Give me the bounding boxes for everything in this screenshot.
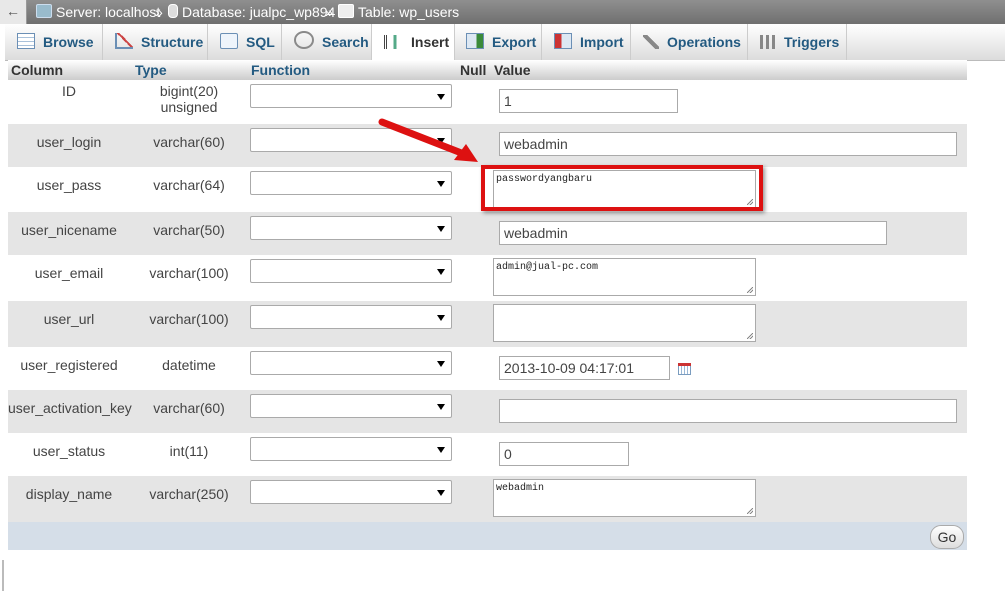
value-input[interactable]: 2013-10-09 04:17:01 bbox=[499, 356, 670, 380]
operations-icon bbox=[643, 35, 659, 49]
value-input[interactable]: webadmin bbox=[499, 132, 957, 156]
function-select[interactable] bbox=[250, 394, 452, 418]
column-type: varchar(250) bbox=[149, 486, 229, 502]
export-icon bbox=[466, 33, 484, 49]
breadcrumb-database[interactable]: Database: jualpc_wp894 bbox=[168, 4, 335, 20]
table-row: user_url varchar(100) bbox=[8, 301, 967, 347]
back-arrow-icon[interactable]: ← bbox=[0, 0, 27, 24]
header-value: Value bbox=[494, 62, 531, 78]
function-select[interactable] bbox=[250, 351, 452, 375]
column-type: varchar(60) bbox=[153, 400, 225, 416]
column-type: bigint(20) unsigned bbox=[159, 83, 219, 115]
annotation-highlight-box bbox=[481, 165, 763, 211]
annotation-arrow-icon bbox=[378, 118, 478, 162]
tab-browse[interactable]: Browse bbox=[5, 24, 103, 60]
form-footer bbox=[8, 522, 967, 550]
column-name: ID bbox=[62, 83, 76, 99]
column-type: varchar(50) bbox=[153, 222, 225, 238]
go-button[interactable]: Go bbox=[930, 525, 964, 549]
tab-bar: Browse Structure SQL Search Insert Expor… bbox=[5, 24, 1005, 61]
table-row: user_nicename varchar(50) webadmin bbox=[8, 212, 967, 255]
function-select[interactable] bbox=[250, 480, 452, 504]
tab-import[interactable]: Import bbox=[542, 24, 631, 60]
table-row: user_registered datetime 2013-10-09 04:1… bbox=[8, 347, 967, 390]
value-textarea[interactable]: webadmin bbox=[493, 479, 756, 517]
value-input[interactable]: webadmin bbox=[499, 221, 887, 245]
function-select[interactable] bbox=[250, 437, 452, 461]
function-select[interactable] bbox=[250, 171, 452, 195]
import-icon bbox=[554, 33, 572, 49]
value-input[interactable]: 1 bbox=[499, 89, 678, 113]
column-name: user_nicename bbox=[21, 222, 117, 238]
triggers-icon bbox=[760, 35, 776, 49]
column-name: user_email bbox=[34, 265, 104, 281]
table-row: ID bigint(20) unsigned 1 bbox=[8, 80, 967, 124]
column-type: datetime bbox=[162, 357, 216, 373]
function-select[interactable] bbox=[250, 259, 452, 283]
column-name: user_registered bbox=[20, 357, 118, 373]
column-name: user_status bbox=[32, 443, 106, 459]
browse-icon bbox=[17, 33, 35, 49]
breadcrumb-server[interactable]: Server: localhost bbox=[36, 4, 160, 20]
value-input[interactable]: 0 bbox=[499, 442, 629, 466]
value-textarea[interactable]: admin@jual-pc.com bbox=[493, 258, 756, 296]
sql-icon bbox=[220, 33, 238, 49]
server-icon bbox=[36, 4, 52, 18]
tab-insert[interactable]: Insert bbox=[371, 24, 455, 60]
tab-operations[interactable]: Operations bbox=[631, 24, 748, 60]
database-icon bbox=[168, 4, 178, 18]
column-name: display_name bbox=[25, 486, 113, 502]
function-select[interactable] bbox=[250, 84, 452, 108]
table-icon bbox=[338, 4, 354, 18]
table-row: user_status int(11) 0 bbox=[8, 433, 967, 476]
search-icon bbox=[294, 31, 314, 49]
tab-search[interactable]: Search bbox=[282, 24, 372, 60]
calendar-icon[interactable] bbox=[678, 363, 691, 375]
header-column: Column bbox=[11, 62, 64, 78]
column-name: user_activation_key bbox=[8, 400, 132, 416]
table-row: display_name varchar(250) webadmin bbox=[8, 476, 967, 522]
column-name: user_pass bbox=[36, 177, 102, 193]
table-row: user_login varchar(60) webadmin bbox=[8, 124, 967, 167]
column-name: user_url bbox=[43, 311, 95, 327]
insert-icon bbox=[384, 35, 403, 49]
table-row: user_email varchar(100) admin@jual-pc.co… bbox=[8, 255, 967, 301]
column-type: varchar(100) bbox=[149, 311, 229, 327]
column-type: varchar(60) bbox=[153, 134, 225, 150]
divider bbox=[2, 560, 4, 591]
column-type: varchar(64) bbox=[153, 177, 225, 193]
tab-triggers[interactable]: Triggers bbox=[748, 24, 847, 60]
table-row: user_activation_key varchar(60) bbox=[8, 390, 967, 433]
breadcrumb: ← Server: localhost » Database: jualpc_w… bbox=[0, 0, 1005, 24]
tab-sql[interactable]: SQL bbox=[208, 24, 282, 60]
function-select[interactable] bbox=[250, 216, 452, 240]
breadcrumb-separator: » bbox=[325, 4, 333, 20]
column-type: varchar(100) bbox=[149, 265, 229, 281]
column-name: user_login bbox=[36, 134, 102, 150]
tab-structure[interactable]: Structure bbox=[103, 24, 208, 60]
table-header: Column Type Function Null Value bbox=[8, 60, 967, 80]
function-select[interactable] bbox=[250, 305, 452, 329]
header-function[interactable]: Function bbox=[251, 62, 310, 78]
value-input[interactable] bbox=[499, 399, 957, 423]
structure-icon bbox=[115, 33, 133, 49]
tab-export[interactable]: Export bbox=[454, 24, 542, 60]
value-textarea[interactable] bbox=[493, 304, 756, 342]
header-type[interactable]: Type bbox=[135, 62, 167, 78]
breadcrumb-separator: » bbox=[155, 4, 163, 20]
column-type: int(11) bbox=[169, 443, 209, 459]
breadcrumb-table[interactable]: Table: wp_users bbox=[338, 4, 459, 20]
header-null: Null bbox=[460, 62, 487, 78]
